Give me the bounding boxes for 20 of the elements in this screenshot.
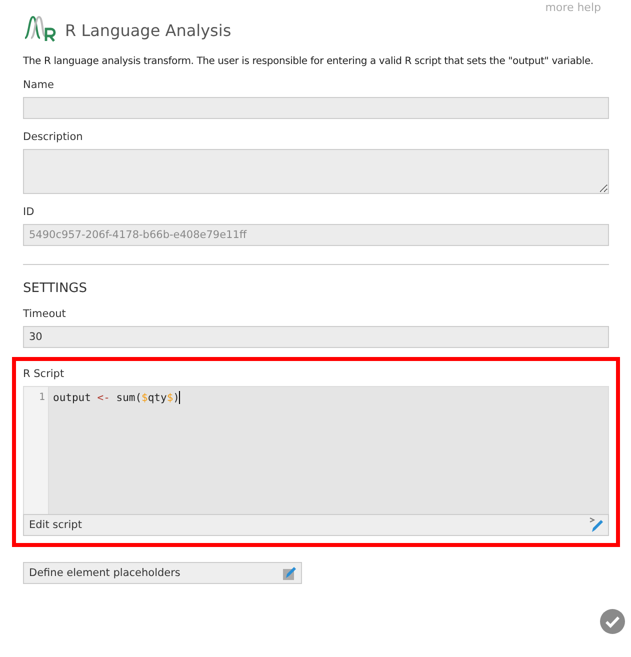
code-editor[interactable]: 1 output <- sum($qty$) <box>23 386 609 514</box>
description-field[interactable] <box>23 149 609 194</box>
page-title: R Language Analysis <box>65 20 232 42</box>
script-pencil-icon <box>589 517 605 533</box>
text-caret <box>179 391 180 404</box>
define-placeholders-button[interactable]: Define element placeholders <box>23 562 302 584</box>
code-line: output <- sum($qty$) <box>53 391 180 405</box>
confirm-check-icon[interactable] <box>600 609 625 634</box>
edit-script-button[interactable]: Edit script <box>23 514 609 536</box>
text-field[interactable] <box>23 97 609 119</box>
pencil-note-icon <box>282 565 298 581</box>
timeout-field[interactable]: 30 <box>23 326 609 348</box>
field-label: Timeout <box>23 308 67 320</box>
field-label: ID <box>23 206 36 218</box>
description-text: The R language analysis transform. The user is responsible for entering a valid R script that sets the "output" variable. <box>23 56 594 67</box>
section-heading: SETTINGS <box>23 281 88 296</box>
field-label: Description <box>23 131 84 143</box>
line-number: 1 <box>38 391 45 405</box>
field-label: R Script <box>23 368 66 380</box>
field-label: Name <box>23 79 55 91</box>
